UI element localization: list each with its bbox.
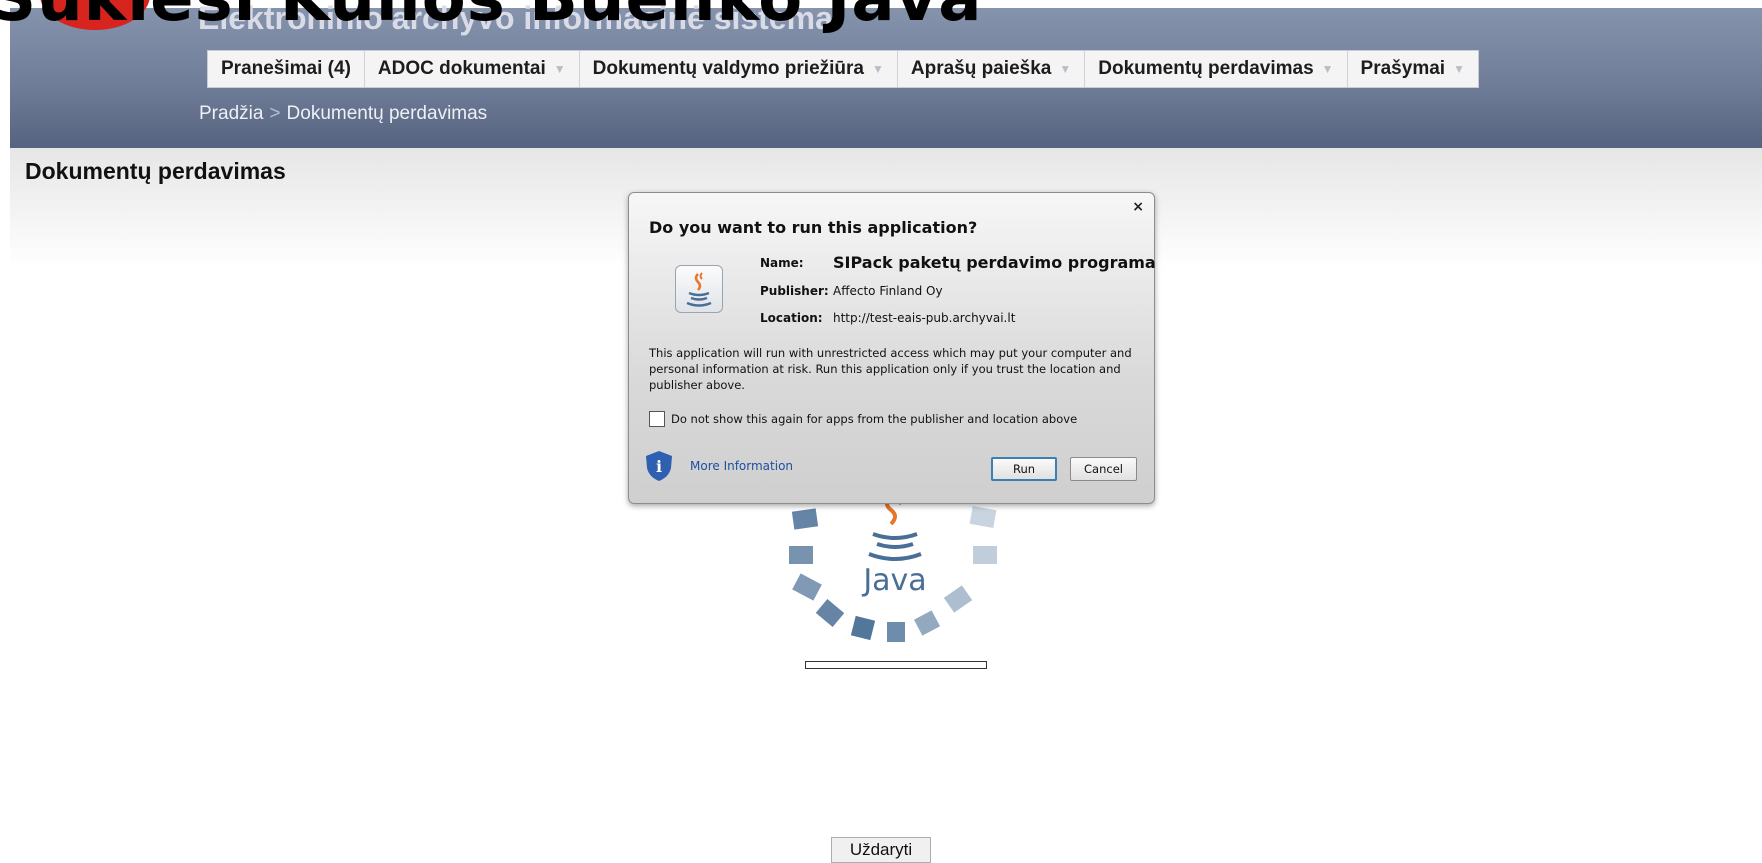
- java-cup-icon: [675, 265, 723, 313]
- chevron-down-icon: ▼: [1453, 62, 1465, 76]
- close-page-button[interactable]: Uždaryti: [831, 837, 931, 863]
- chevron-down-icon: ▼: [553, 62, 566, 76]
- chevron-down-icon: ▼: [1059, 62, 1072, 76]
- publisher-label: Publisher:: [760, 284, 829, 298]
- chevron-down-icon: ▼: [872, 62, 884, 76]
- java-loading-splash: Java: [789, 492, 997, 642]
- menu-item-label: ADOC dokumentai: [377, 58, 546, 79]
- menu-item-label: Prašymai: [1360, 58, 1446, 79]
- name-label: Name:: [760, 256, 804, 270]
- app-name-value: SIPack paketų perdavimo programa: [833, 253, 1156, 272]
- java-security-dialog: × Do you want to run this application? N…: [628, 192, 1156, 504]
- dont-show-again-label: Do not show this again for apps from the…: [671, 412, 1078, 426]
- menu-item-label: Dokumentų valdymo priežiūra: [592, 58, 864, 79]
- menu-item-label: Aprašų paieška: [910, 58, 1052, 79]
- dont-show-again-checkbox[interactable]: [649, 411, 665, 427]
- menu-item-adoc[interactable]: ADOC dokumentai ▼: [365, 51, 580, 87]
- security-warning-text: This application will run with unrestric…: [649, 346, 1132, 392]
- menu-item-label: Dokumentų perdavimas: [1098, 58, 1314, 79]
- main-menu: Pranešimai (4) ADOC dokumentai ▼ Dokumen…: [207, 50, 1479, 88]
- overlay-caption: Sukiesi Kulios Buenko Java: [0, 0, 982, 36]
- java-progress-bar: [805, 661, 987, 669]
- breadcrumb-separator: >: [269, 103, 281, 124]
- location-label: Location:: [760, 311, 823, 325]
- location-value: http://test-eais-pub.archyvai.lt: [833, 311, 1016, 325]
- publisher-value: Affecto Finland Oy: [833, 284, 943, 298]
- dialog-heading: Do you want to run this application?: [649, 218, 978, 237]
- menu-item-valdymo-prieziura[interactable]: Dokumentų valdymo priežiūra ▼: [580, 51, 898, 87]
- breadcrumb-current: Dokumentų perdavimas: [286, 103, 488, 124]
- menu-item-prasymai[interactable]: Prašymai ▼: [1348, 51, 1478, 87]
- breadcrumb: Pradžia > Dokumentų perdavimas: [199, 103, 487, 125]
- close-icon[interactable]: ×: [1132, 199, 1144, 215]
- more-information-link[interactable]: More Information: [690, 459, 793, 473]
- page-title: Dokumentų perdavimas: [25, 158, 286, 184]
- menu-item-pranesimai[interactable]: Pranešimai (4): [208, 51, 365, 87]
- menu-item-label: Pranešimai (4): [221, 58, 351, 79]
- menu-item-perdavimas[interactable]: Dokumentų perdavimas ▼: [1085, 51, 1348, 87]
- chevron-down-icon: ▼: [1321, 62, 1334, 76]
- info-shield-icon: i: [646, 451, 672, 481]
- breadcrumb-home-link[interactable]: Pradžia: [199, 103, 263, 124]
- run-button[interactable]: Run: [991, 457, 1057, 481]
- cancel-button[interactable]: Cancel: [1070, 457, 1137, 481]
- menu-item-apraSu-paieska[interactable]: Aprašų paieška ▼: [898, 51, 1086, 87]
- java-wordmark: Java: [861, 563, 926, 598]
- svg-text:i: i: [656, 457, 662, 476]
- dont-show-again-row: Do not show this again for apps from the…: [649, 411, 1077, 427]
